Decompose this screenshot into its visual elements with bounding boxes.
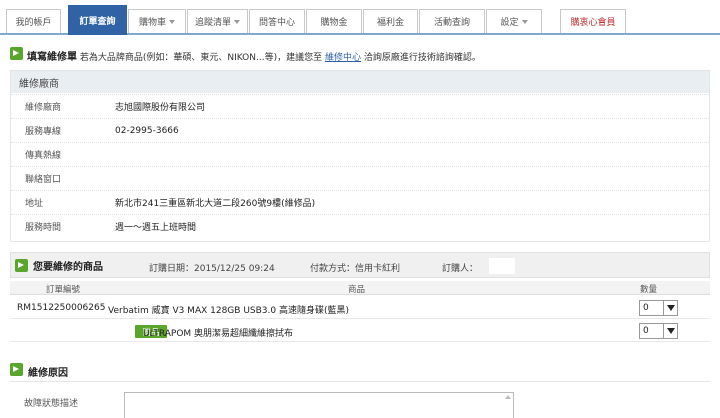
tab-label: 購物車 (138, 18, 166, 28)
chevron-down-icon (663, 301, 677, 315)
vendor-row: 傳真熱線 (11, 142, 709, 166)
tab-label: 購衷心會員 (570, 18, 616, 28)
fault-description-label: 故障狀態描述 (24, 399, 79, 409)
table-row: 贈品 ULTRAPOM 奧朋潔易超細纖維擦拭布 0 (10, 320, 710, 342)
vendor-row: 服務時間 週一～週五上班時間 (11, 214, 709, 238)
green-arrow-icon (10, 363, 23, 376)
tab-label: 活動查詢 (433, 18, 470, 28)
chevron-down-icon (521, 19, 528, 24)
notice-text-before: 若為大品牌商品(例如：華碩、東元、NIKON...等)，建議您至 (79, 53, 323, 63)
vendor-row: 服務專線 02-2995-3666 (11, 118, 709, 142)
vendor-row: 地址 新北市241三重區新北大道二段260號9樓(維修品) (11, 190, 709, 214)
green-arrow-icon (10, 47, 23, 60)
row-label: 傳真熱線 (25, 151, 62, 161)
tab-label: 追蹤清單 (194, 18, 231, 28)
repair-notice: 填寫維修單 若為大品牌商品(例如：華碩、東元、NIKON...等)，建議您至 維… (27, 48, 720, 63)
chevron-down-icon (663, 324, 677, 338)
notice-title: 填寫維修單 (27, 52, 77, 63)
tab-settings[interactable]: 設定 (486, 9, 542, 33)
vendor-panel: 維修廠商 維修廠商 志旭國際股份有限公司 服務專線 02-2995-3666 傳真熱… (10, 70, 710, 242)
buyer-name-box (489, 258, 515, 274)
quantity-value: 0 (643, 326, 649, 336)
scroll-up-icon (505, 395, 511, 399)
tab-my-account[interactable]: 我的帳戶 (6, 9, 61, 33)
tab-qa-center[interactable]: 問答中心 (249, 9, 305, 33)
reason-panel: 故障狀態描述 (10, 381, 710, 418)
fault-description-textarea[interactable] (124, 392, 514, 418)
items-section-header: 您要維修的商品 訂購日期：2015/12/25 09:24 付款方式：信用卡紅利… (10, 252, 710, 278)
tab-vip-member[interactable]: 購衷心會員 (560, 9, 626, 33)
vendor-heading: 維修廠商 (11, 71, 709, 93)
row-label: 維修廠商 (25, 103, 62, 113)
product-name: Verbatim 威寶 V3 MAX 128GB USB3.0 高速隨身碟(藍黑… (108, 306, 349, 316)
product-name: ULTRAPOM 奧朋潔易超細纖維擦拭布 (143, 329, 294, 339)
items-section-title: 您要維修的商品 (33, 261, 103, 273)
tab-label: 訂單查詢 (79, 17, 116, 27)
row-label: 服務專線 (25, 127, 62, 137)
tab-cart[interactable]: 購物車 (128, 9, 186, 33)
payment-method: 付款方式：信用卡紅利 (310, 264, 401, 274)
row-label: 聯絡窗口 (25, 175, 62, 185)
order-number: RM1512250006265 (17, 303, 106, 313)
col-product: 商品 (348, 285, 366, 295)
vendor-row: 聯絡窗口 (11, 166, 709, 190)
order-date: 訂購日期：2015/12/25 09:24 (149, 264, 275, 274)
row-value: 週一～週五上班時間 (115, 223, 197, 233)
tab-shopping-credit[interactable]: 購物金 (306, 9, 362, 33)
tab-label: 設定 (500, 18, 519, 28)
tab-label: 福利金 (376, 18, 404, 28)
tab-welfare-credit[interactable]: 福利金 (363, 9, 418, 33)
chevron-down-icon (169, 19, 175, 24)
quantity-value: 0 (643, 303, 649, 313)
row-label: 服務時間 (25, 223, 62, 233)
quantity-select[interactable]: 0 (639, 323, 678, 339)
tab-label: 購物金 (320, 18, 348, 28)
notice-text-after: 洽詢原廠進行技術諮詢確認。 (363, 53, 481, 63)
tab-order-query[interactable]: 訂單查詢 (68, 5, 127, 35)
row-label: 地址 (25, 199, 44, 209)
tab-event-query[interactable]: 活動查詢 (419, 9, 485, 33)
tab-watch-list[interactable]: 追蹤清單 (187, 9, 248, 33)
green-arrow-icon (15, 259, 28, 272)
repair-center-link[interactable]: 維修中心 (325, 53, 361, 63)
row-value: 志旭國際股份有限公司 (115, 103, 206, 113)
col-qty: 數量 (640, 285, 658, 295)
chevron-down-icon (234, 19, 240, 24)
account-tab-bar: 我的帳戶 訂單查詢 購物車 追蹤清單 問答中心 購物金 福利金 活動查詢 設定 … (0, 0, 720, 35)
table-row: RM1512250006265 Verbatim 威寶 V3 MAX 128GB… (10, 297, 710, 319)
items-table-header: 訂單編號 商品 數量 (10, 281, 710, 295)
quantity-select[interactable]: 0 (639, 300, 678, 316)
tab-label: 問答中心 (258, 18, 295, 28)
buyer-label: 訂購人： (442, 264, 479, 274)
row-value: 02-2995-3666 (115, 125, 179, 136)
reason-title: 維修原因 (28, 368, 68, 379)
row-value: 新北市241三重區新北大道二段260號9樓(維修品) (115, 199, 316, 209)
vendor-row: 維修廠商 志旭國際股份有限公司 (11, 94, 709, 118)
tab-label: 我的帳戶 (15, 18, 52, 28)
col-order-no: 訂單編號 (46, 285, 81, 295)
